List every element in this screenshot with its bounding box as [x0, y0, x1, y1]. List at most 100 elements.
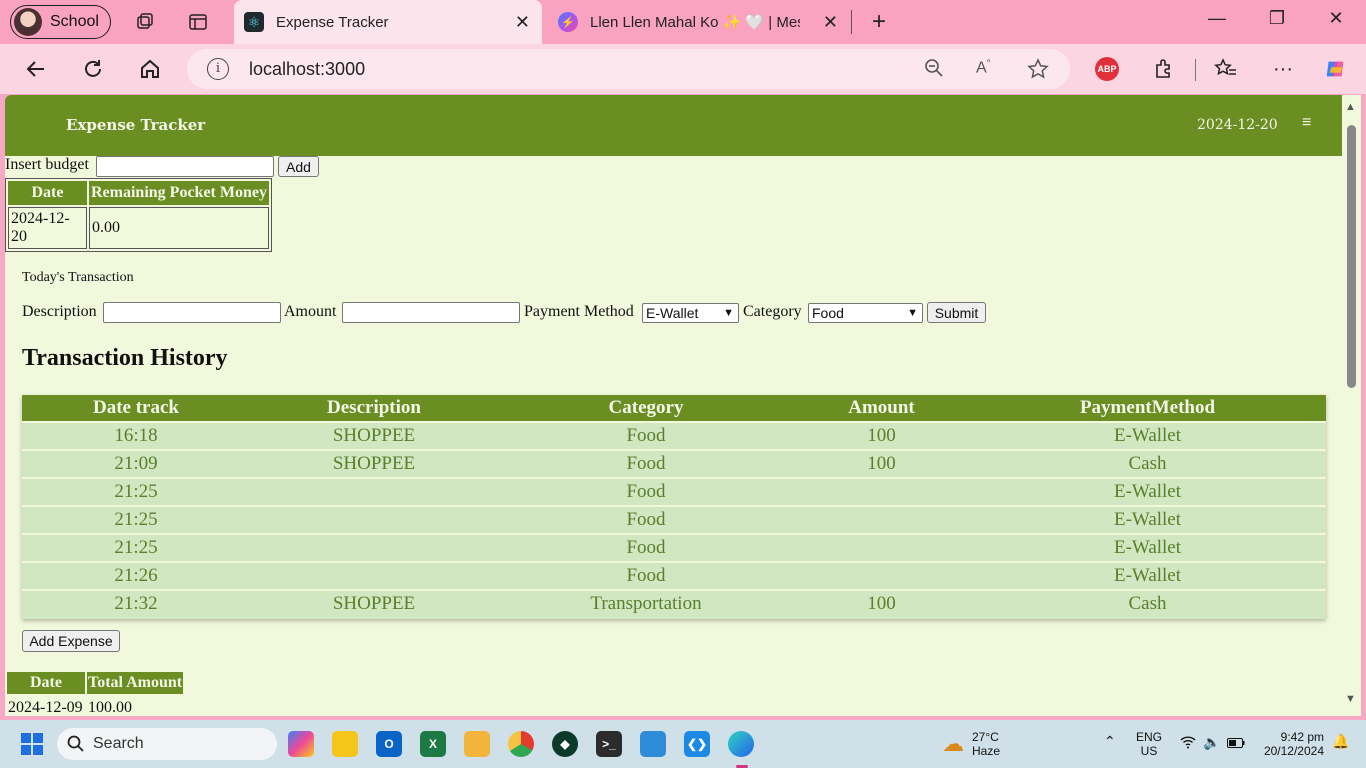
extensions-icon[interactable]	[1151, 56, 1177, 82]
url-text[interactable]: localhost:3000	[249, 59, 365, 80]
add-expense-button[interactable]: Add Expense	[22, 630, 120, 652]
scrollbar-thumb[interactable]	[1347, 125, 1356, 388]
edge-icon[interactable]	[728, 731, 754, 757]
wifi-icon[interactable]	[1180, 735, 1196, 752]
restore-icon[interactable]: ❐	[1262, 8, 1292, 36]
lang-top: ENG	[1136, 730, 1163, 744]
total-date-cell: 2024-12-09	[8, 699, 83, 716]
volume-icon[interactable]: 🔈	[1203, 734, 1220, 751]
scroll-up-icon[interactable]: ▲	[1345, 101, 1356, 113]
outlook-icon[interactable]: O	[376, 731, 402, 757]
budget-table: Date Remaining Pocket Money 2024-12-20 0…	[5, 178, 272, 252]
category-select[interactable]: Food ▼	[808, 303, 923, 323]
site-info-icon[interactable]: i	[207, 58, 229, 80]
language-indicator[interactable]: ENG US	[1136, 730, 1162, 758]
browser-toolbar: i localhost:3000 Aᐢ ABP ···	[0, 44, 1366, 94]
column-header: Category	[608, 397, 684, 418]
table-row[interactable]: 21:25 Food E-Wallet	[22, 535, 1326, 561]
budget-input[interactable]	[96, 156, 274, 177]
avatar	[14, 8, 42, 36]
close-tab-icon[interactable]: ✕	[823, 12, 838, 33]
chevron-up-icon[interactable]: ⌃	[1104, 733, 1116, 750]
home-icon[interactable]	[137, 56, 163, 82]
minimize-icon[interactable]: —	[1202, 8, 1232, 36]
add-budget-button[interactable]: Add	[278, 156, 319, 177]
system-clock[interactable]: 9:42 pm 20/12/2024	[1258, 730, 1324, 758]
total-amount-cell: 100.00	[88, 699, 132, 716]
close-tab-icon[interactable]: ✕	[515, 12, 530, 33]
clock-date: 20/12/2024	[1263, 744, 1324, 758]
payment-method-cell: Cash	[1128, 593, 1167, 614]
category-cell: Food	[626, 453, 666, 474]
remaining-money-cell: 0.00	[89, 207, 269, 249]
category-label: Category	[743, 303, 802, 320]
tab-title: Llen Llen Mahal Ko ✨ 🤍 | Messenger	[590, 14, 800, 31]
description-input[interactable]	[103, 302, 281, 323]
payment-method-cell: E-Wallet	[1113, 425, 1182, 446]
submit-button[interactable]: Submit	[927, 302, 986, 323]
file-explorer-icon[interactable]	[464, 731, 490, 757]
description-cell	[250, 563, 498, 589]
messenger-icon: ⚡	[558, 12, 578, 32]
lang-bottom: US	[1140, 744, 1158, 758]
table-row[interactable]: 16:18 SHOPPEE Food 100 E-Wallet	[22, 423, 1326, 449]
favorites-icon[interactable]	[1213, 56, 1239, 82]
tab-actions-icon[interactable]	[186, 10, 210, 34]
excel-icon[interactable]: X	[420, 731, 446, 757]
column-header: Date	[7, 672, 85, 694]
sticky-notes-icon[interactable]	[332, 731, 358, 757]
address-bar[interactable]: i localhost:3000 Aᐢ	[187, 49, 1070, 89]
toolbar-divider	[1195, 59, 1196, 81]
scroll-down-icon[interactable]: ▼	[1345, 693, 1356, 705]
copilot-app-icon[interactable]	[288, 731, 314, 757]
tab-messenger[interactable]: ⚡ Llen Llen Mahal Ko ✨ 🤍 | Messenger ✕	[548, 0, 848, 44]
mongodb-compass-icon[interactable]: ◆	[552, 731, 578, 757]
payment-method-select[interactable]: E-Wallet ▼	[642, 303, 739, 323]
amount-input[interactable]	[342, 302, 520, 323]
table-row[interactable]: 21:32 SHOPPEE Transportation 100 Cash	[22, 591, 1326, 619]
notepad-icon[interactable]	[640, 731, 666, 757]
payment-method-value: E-Wallet	[646, 305, 699, 321]
profile-button[interactable]: School	[10, 5, 111, 39]
close-window-icon[interactable]: ✕	[1321, 8, 1351, 36]
hamburger-menu-icon[interactable]: ≡	[1302, 114, 1311, 132]
amount-cell: 100	[867, 593, 896, 614]
back-icon[interactable]	[23, 56, 49, 82]
table-row[interactable]: 21:25 Food E-Wallet	[22, 507, 1326, 533]
copilot-icon[interactable]	[1323, 56, 1349, 82]
weather-icon[interactable]: ☁	[942, 731, 964, 757]
column-header: Amount	[848, 397, 915, 418]
taskbar-search[interactable]: Search	[57, 728, 277, 760]
windows-start-icon[interactable]	[20, 732, 44, 761]
favorite-star-icon[interactable]	[1027, 58, 1049, 86]
zoom-out-icon[interactable]	[924, 58, 944, 84]
category-cell: Food	[626, 565, 666, 586]
workspaces-icon[interactable]	[133, 10, 157, 34]
terminal-icon[interactable]: >_	[596, 731, 622, 757]
more-options-icon[interactable]: ···	[1270, 56, 1296, 82]
table-row[interactable]: 21:09 SHOPPEE Food 100 Cash	[22, 451, 1326, 477]
time-cell: 21:32	[114, 593, 158, 614]
new-tab-icon[interactable]: +	[867, 8, 891, 35]
transaction-history-table: Date track Description Category Amount P…	[22, 395, 1326, 619]
table-row[interactable]: 21:26 Food E-Wallet	[22, 563, 1326, 589]
read-aloud-icon[interactable]: Aᐢ	[976, 58, 991, 77]
vertical-scrollbar[interactable]: ▲ ▼	[1342, 95, 1361, 716]
refresh-icon[interactable]	[80, 56, 106, 82]
app-title: Expense Tracker	[66, 116, 206, 134]
browser-tab-bar: School ⚛ Expense Tracker ✕ ⚡ Llen Llen M…	[0, 0, 1366, 44]
budget-date-cell: 2024-12-20	[8, 207, 87, 249]
vscode-icon[interactable]: ❮❯	[684, 731, 710, 757]
weather-widget[interactable]: 27°C Haze	[972, 730, 1000, 758]
adblock-extension-icon[interactable]: ABP	[1095, 57, 1119, 81]
notification-bell-icon[interactable]: 🔔	[1332, 733, 1349, 750]
amount-cell: 100	[867, 425, 896, 446]
tab-expense-tracker[interactable]: ⚛ Expense Tracker ✕	[234, 0, 542, 44]
chrome-icon[interactable]	[508, 731, 534, 757]
table-row[interactable]: 21:25 Food E-Wallet	[22, 479, 1326, 505]
time-cell: 21:26	[114, 565, 158, 586]
column-header: PaymentMethod	[1079, 397, 1216, 418]
column-header: Date	[8, 181, 87, 205]
category-cell: Food	[626, 425, 666, 446]
battery-icon[interactable]	[1227, 737, 1245, 751]
